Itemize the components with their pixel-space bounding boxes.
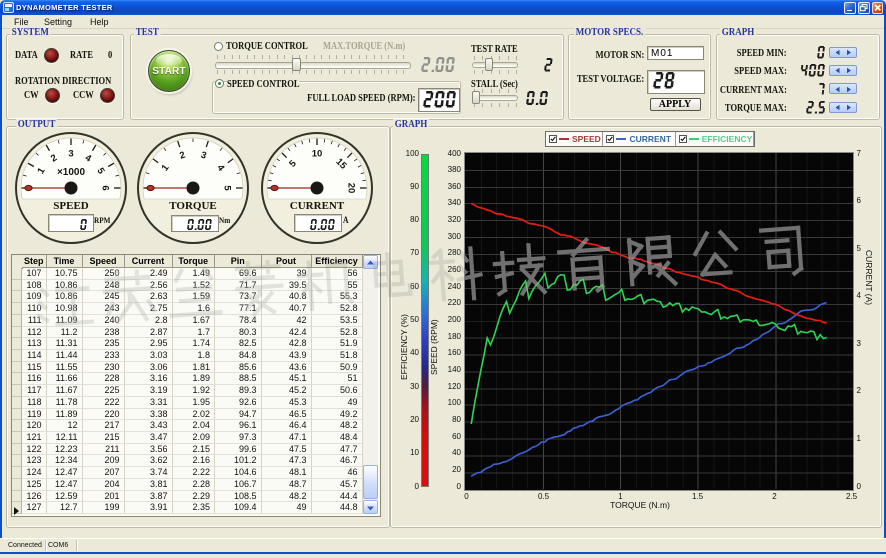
svg-text:20: 20	[346, 183, 357, 194]
svg-text:5: 5	[222, 185, 233, 191]
svg-text:3: 3	[68, 149, 73, 160]
svg-text:10: 10	[312, 149, 323, 160]
svg-text:6: 6	[100, 185, 111, 190]
